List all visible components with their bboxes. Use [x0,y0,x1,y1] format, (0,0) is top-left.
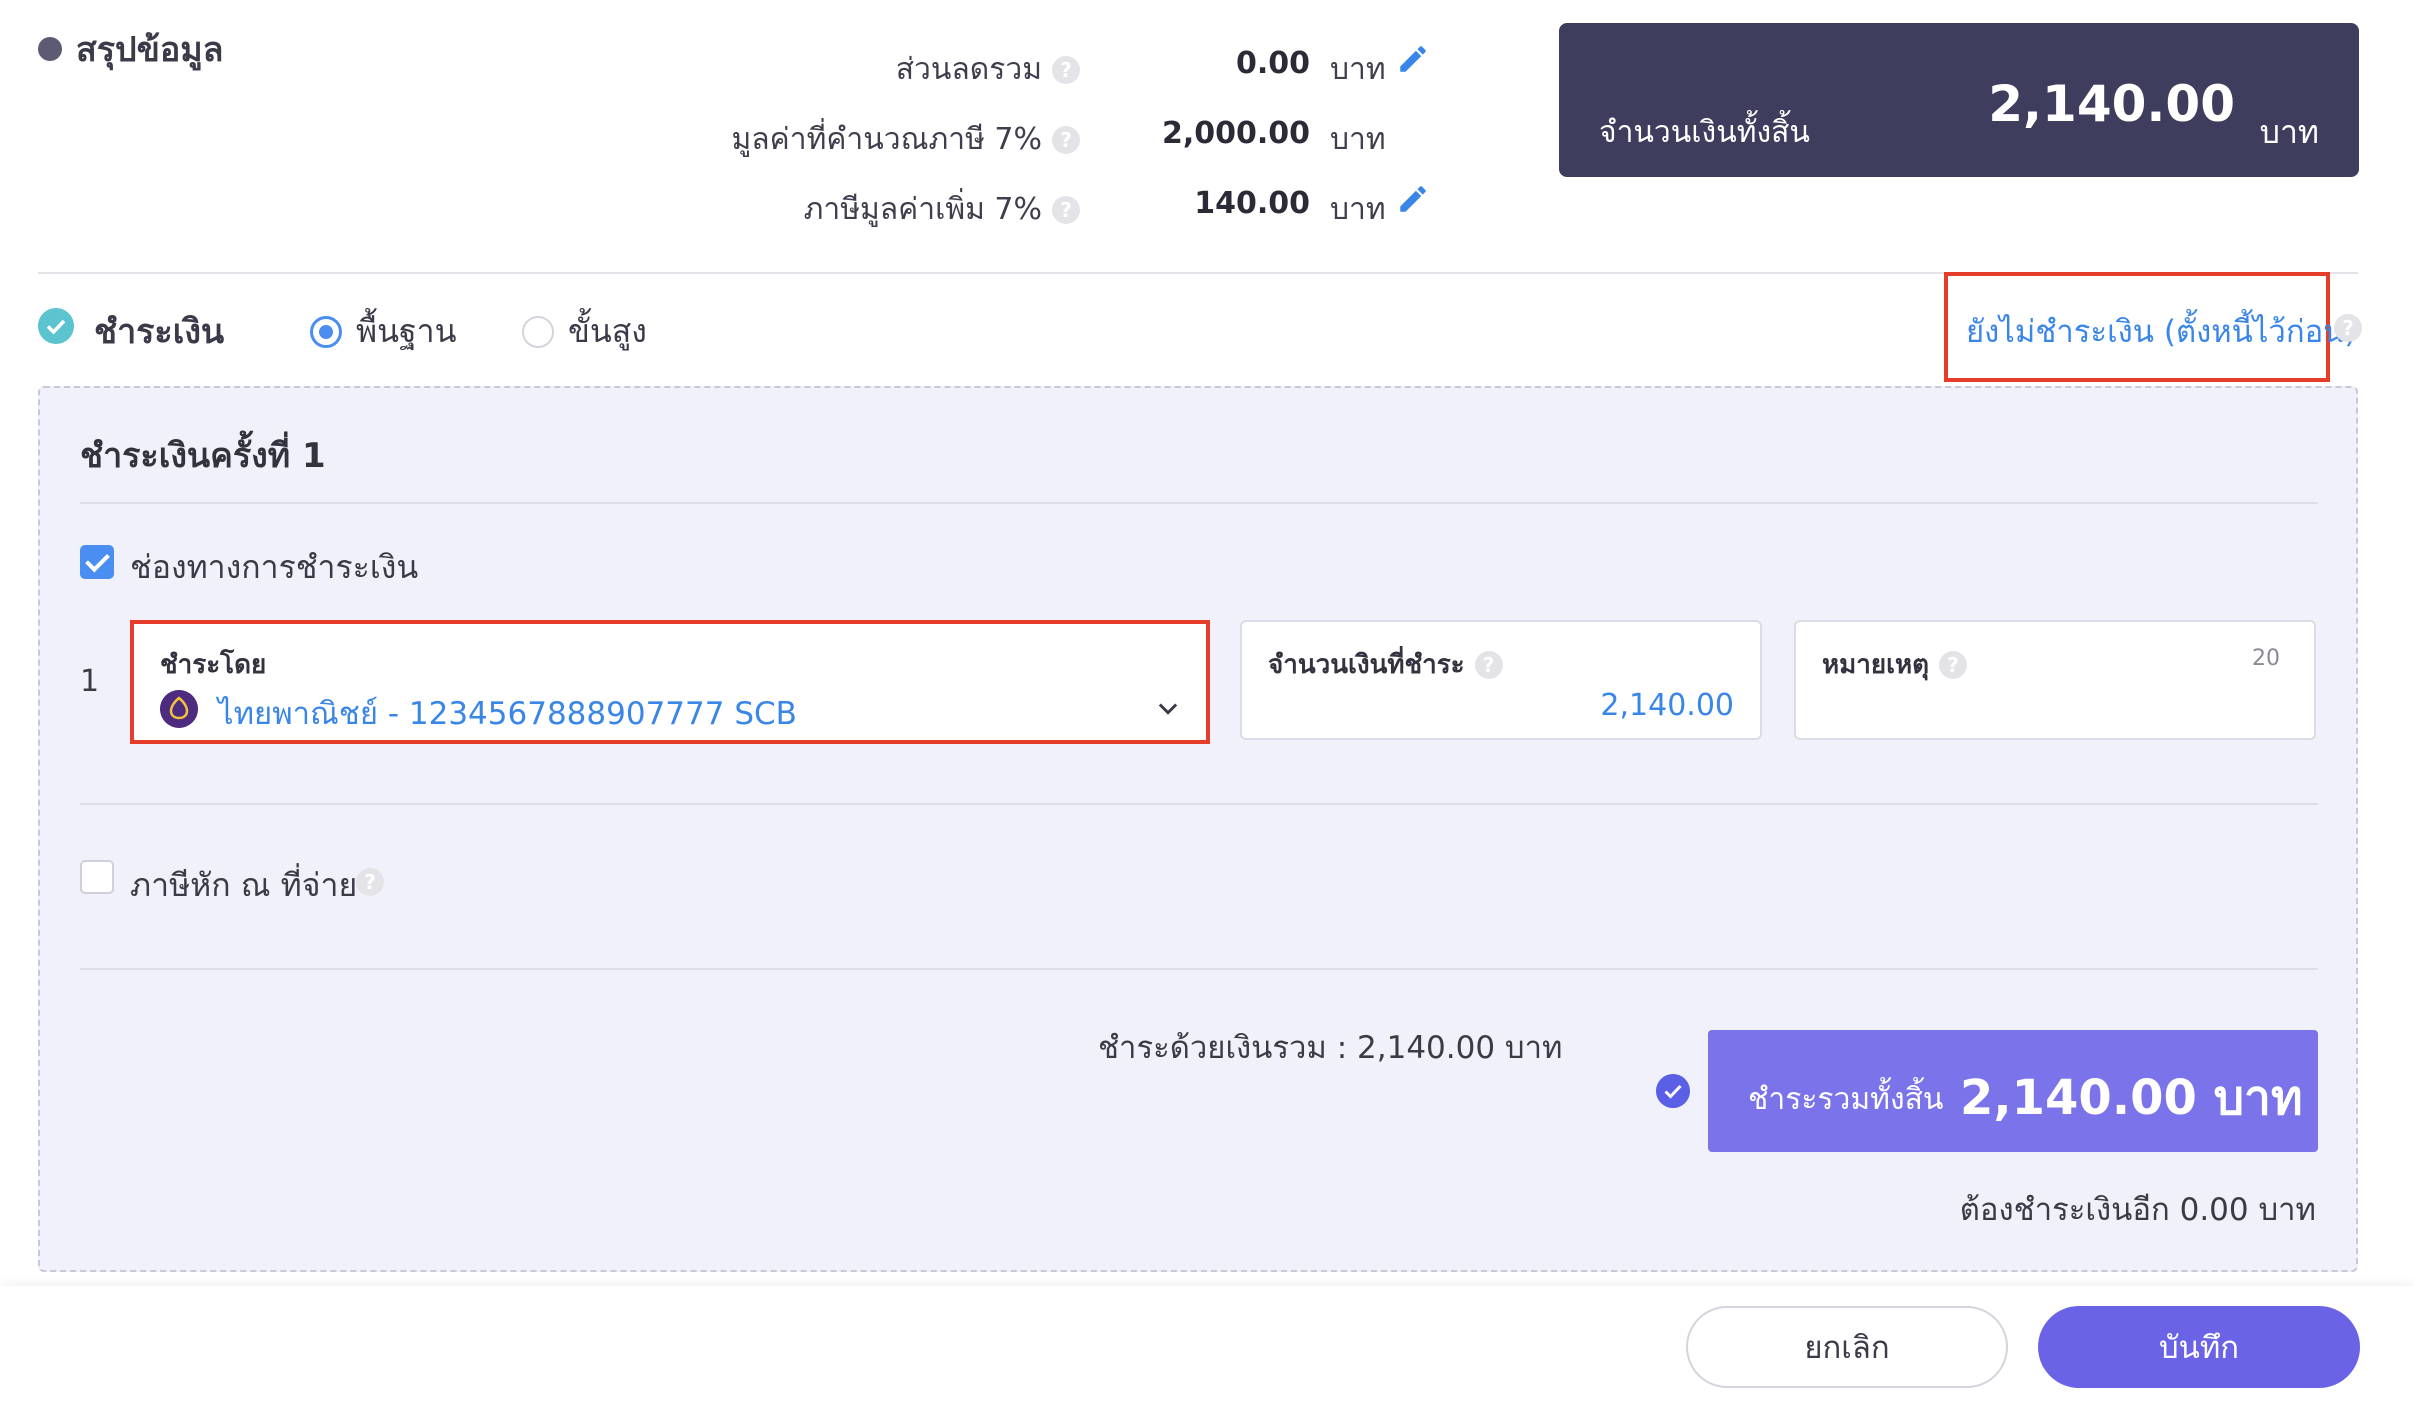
help-icon[interactable]: ? [2334,314,2362,342]
save-button[interactable]: บันทึก [2038,1306,2360,1388]
radio-unselected-icon[interactable] [522,315,554,348]
grand-total-unit: บาท [2259,113,2319,151]
summary-title: สรุปข้อมูล [38,22,224,76]
help-icon[interactable]: ? [1052,195,1080,224]
divider [80,968,2318,970]
taxable-value: 2,000.00 [1161,116,1310,151]
divider [80,803,2318,805]
paid-sum-text: ชำระด้วยเงินรวม : 2,140.00 บาท [1098,1030,1563,1066]
grand-total-box: จำนวนเงินทั้งสิ้น 2,140.00 บาท [1559,23,2359,177]
help-icon[interactable]: ? [1939,650,1968,679]
grand-total-value: 2,140.00 [1988,75,2235,133]
total-paid-label: ชำระรวมทั้งสิ้น [1748,1082,1944,1117]
payment-round-title: ชำระเงินครั้งที่ 1 [80,436,326,476]
summary-title-text: สรุปข้อมูล [76,30,224,70]
check-circle-icon [38,308,74,344]
pay-by-value: ไทยพาณิชย์ - 1234567888907777 SCB [218,696,797,732]
amount-input[interactable]: จำนวนเงินที่ชำระ? 2,140.00 [1240,620,1762,740]
remaining-text: ต้องชำระเงินอีก 0.00 บาท [1959,1192,2316,1228]
note-char-counter: 20 [2252,646,2280,671]
help-icon[interactable]: ? [356,868,384,896]
withholding-tax-label: ภาษีหัก ณ ที่จ่าย [130,866,358,904]
taxable-row: มูลค่าที่คำนวณภาษี 7%? 2,000.00 บาท [600,116,1440,166]
payment-title: ชำระเงิน [94,312,225,352]
mode-basic-label: พื้นฐาน [356,312,457,350]
amount-value[interactable]: 2,140.00 [1600,688,1734,723]
divider [80,502,2318,504]
channel-label: ช่องทางการชำระเงิน [130,548,419,586]
pencil-icon[interactable] [1396,182,1430,216]
mode-basic-radio[interactable]: พื้นฐาน [310,306,456,357]
note-input[interactable]: หมายเหตุ? 20 [1794,620,2316,740]
taxable-unit: บาท [1330,122,1386,157]
help-icon[interactable]: ? [1052,55,1080,84]
withholding-tax-checkbox[interactable] [80,860,114,894]
radio-selected-icon[interactable] [310,315,342,348]
pay-by-label: ชำระโดย [160,650,267,680]
vat-row: ภาษีมูลค่าเพิ่ม 7%? 140.00 บาท [600,186,1440,236]
cancel-button[interactable]: ยกเลิก [1686,1306,2008,1388]
bank-logo-icon [160,690,198,728]
discount-unit: บาท [1330,52,1386,87]
discount-value: 0.00 [1235,46,1310,81]
total-paid-value: 2,140.00 บาท [1960,1070,2303,1126]
bullet-icon [38,37,62,61]
vat-value: 140.00 [1194,186,1310,221]
mode-advanced-radio[interactable]: ขั้นสูง [522,306,647,357]
discount-label: ส่วนลดรวม? [896,46,1080,93]
channel-checkbox[interactable] [80,545,114,579]
help-icon[interactable]: ? [1474,650,1503,679]
taxable-label: มูลค่าที่คำนวณภาษี 7%? [732,116,1080,163]
mode-advanced-label: ขั้นสูง [568,312,647,350]
chevron-down-icon[interactable] [1154,694,1182,722]
help-icon[interactable]: ? [1052,125,1080,154]
vat-unit: บาท [1330,192,1386,227]
note-label: หมายเหตุ? [1822,644,1968,685]
pencil-icon[interactable] [1396,42,1430,76]
grand-total-label: จำนวนเงินทั้งสิ้น [1599,115,1810,150]
check-circle-icon [1656,1074,1690,1108]
row-number: 1 [80,664,100,699]
vat-label: ภาษีมูลค่าเพิ่ม 7%? [804,186,1080,233]
pay-by-select[interactable]: ชำระโดย ไทยพาณิชย์ - 1234567888907777 SC… [130,620,1210,744]
amount-label: จำนวนเงินที่ชำระ? [1268,644,1503,685]
total-paid-box: ชำระรวมทั้งสิ้น 2,140.00 บาท [1708,1030,2318,1152]
unpaid-link[interactable]: ยังไม่ชำระเงิน (ตั้งหนี้ไว้ก่อน) [1966,306,2357,356]
discount-row: ส่วนลดรวม? 0.00 บาท [600,46,1440,96]
